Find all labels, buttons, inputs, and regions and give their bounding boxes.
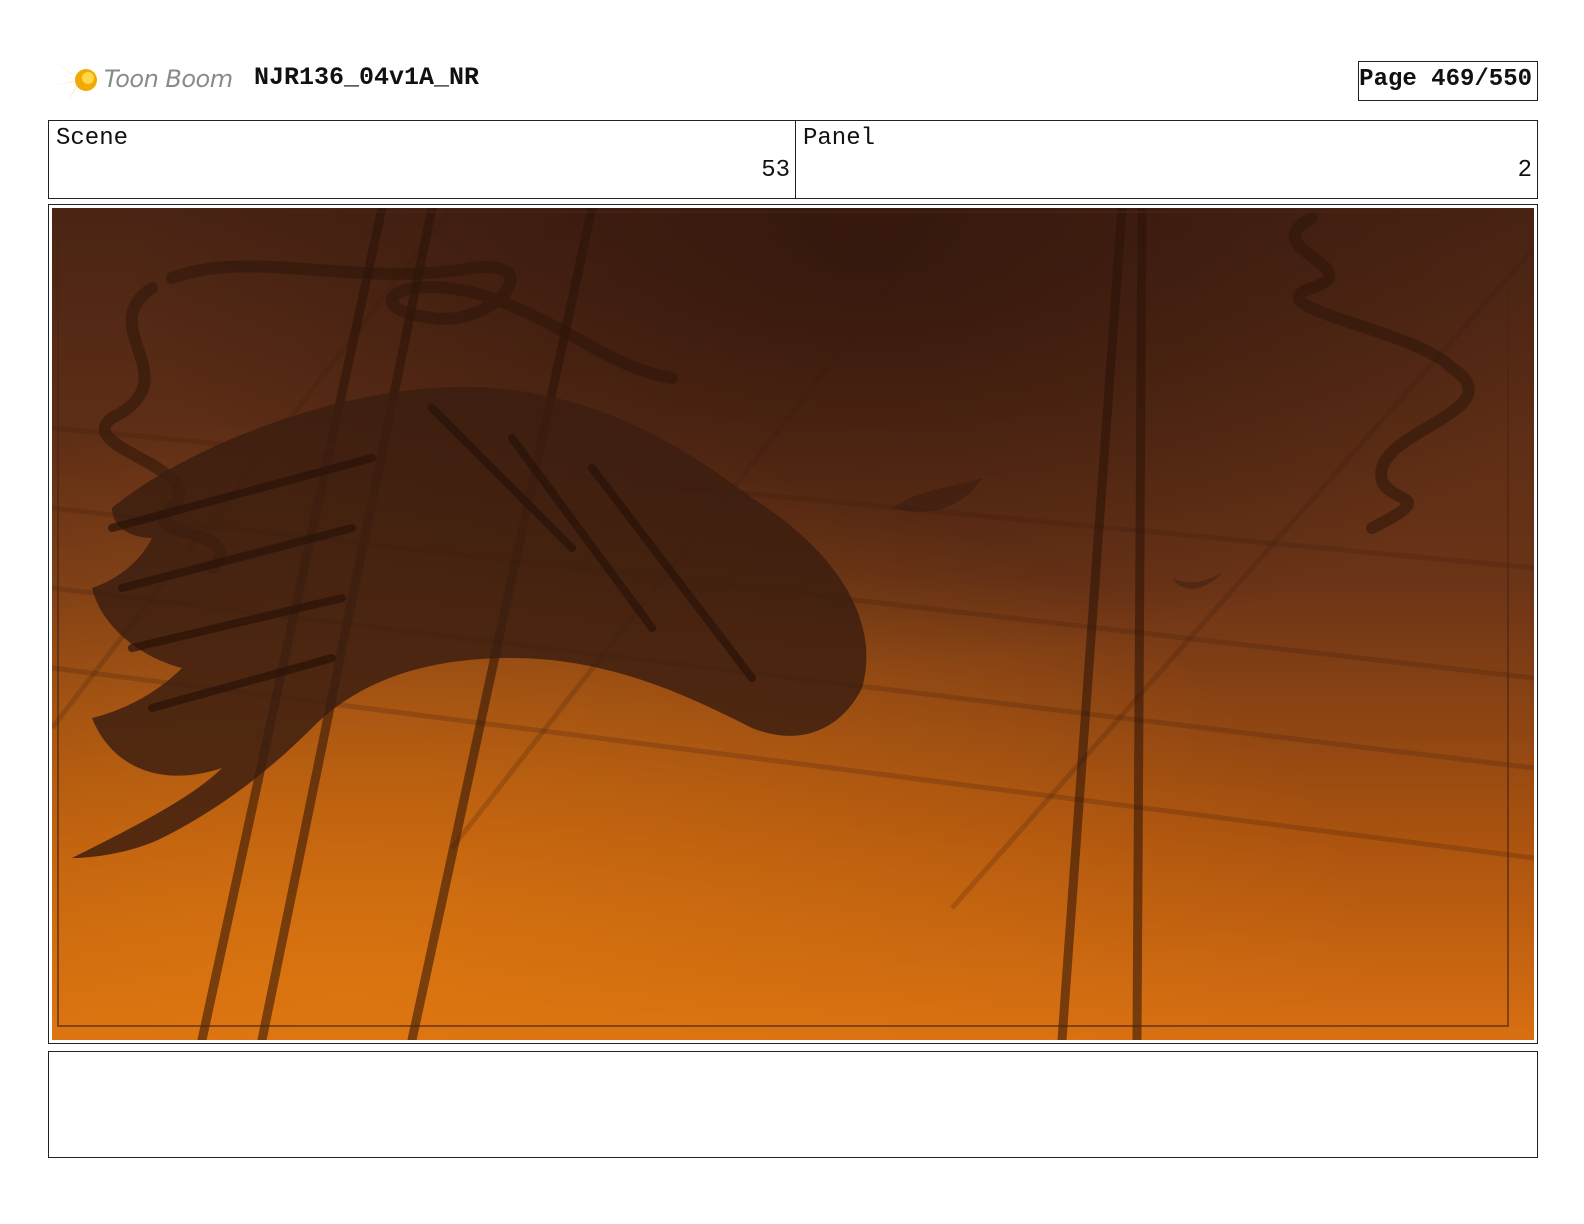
storyboard-image-frame bbox=[48, 204, 1538, 1044]
toon-boom-logo: Toon Boom bbox=[50, 54, 240, 108]
scene-cell: Scene 53 bbox=[49, 121, 796, 198]
page-number: Page 469/550 bbox=[1359, 66, 1532, 93]
page-indicator: Page 469/550 bbox=[1358, 61, 1538, 101]
document-title: NJR136_04v1A_NR bbox=[254, 63, 480, 92]
panel-number: 2 bbox=[1517, 157, 1532, 184]
panel-notes-box bbox=[48, 1051, 1538, 1158]
scene-number: 53 bbox=[761, 157, 790, 184]
scene-label: Scene bbox=[56, 125, 129, 152]
panel-cell: Panel 2 bbox=[796, 121, 1537, 198]
scene-panel-row: Scene 53 Panel 2 bbox=[48, 120, 1538, 199]
page-header: Toon Boom NJR136_04v1A_NR Page 469/550 bbox=[0, 0, 1584, 118]
panel-label: Panel bbox=[803, 125, 876, 152]
sunburst-icon bbox=[50, 56, 97, 104]
logo-text: Toon Boom bbox=[104, 65, 233, 93]
storyboard-artwork bbox=[52, 208, 1534, 1040]
